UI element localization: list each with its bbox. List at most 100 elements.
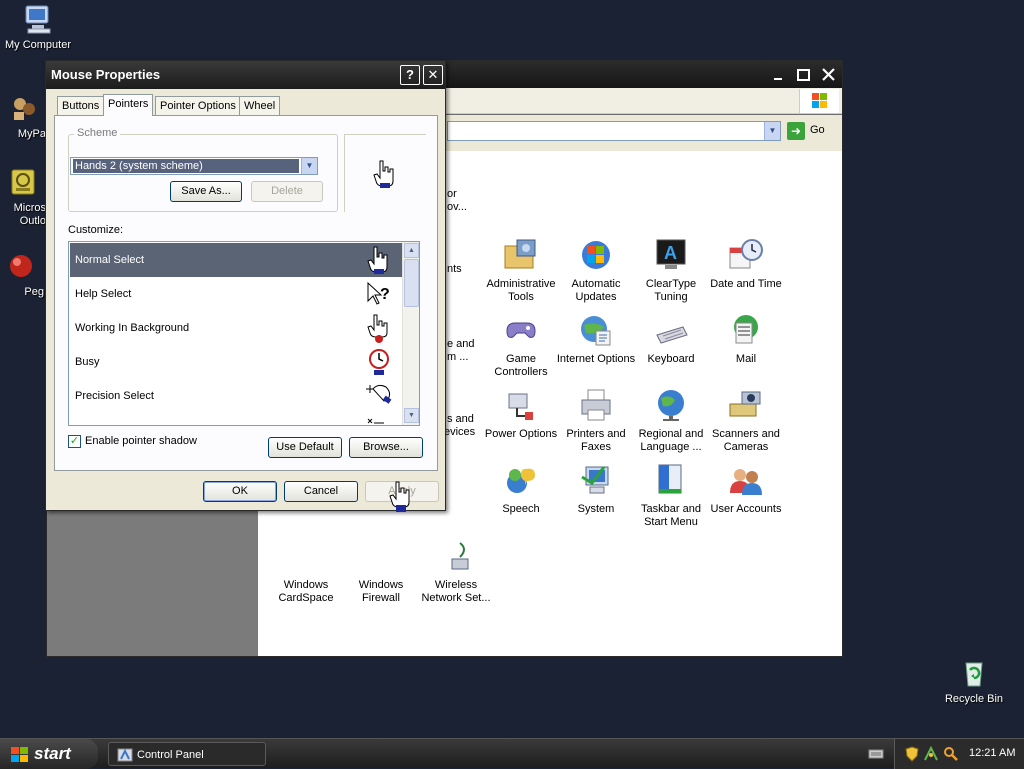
- cp-item-automatic-updates[interactable]: Automatic Updates: [556, 238, 636, 304]
- svg-text:A: A: [664, 243, 677, 263]
- list-item-label: Precision Select: [75, 390, 154, 402]
- system-icon: [578, 463, 614, 497]
- cp-item-system[interactable]: System: [556, 463, 636, 516]
- enable-pointer-shadow-checkbox[interactable]: ✓: [68, 435, 81, 448]
- desktop-icon-label: Micros Outlo: [13, 202, 46, 227]
- internet-options-icon: [578, 313, 614, 347]
- partial-label: or: [447, 188, 457, 200]
- desktop-icon-outlook[interactable]: Micros Outlo: [0, 166, 50, 228]
- start-button[interactable]: start: [0, 739, 98, 769]
- cp-item-printers-and-faxes[interactable]: Printers and Faxes: [556, 388, 636, 454]
- tab-buttons[interactable]: Buttons: [57, 96, 105, 115]
- go-button[interactable]: ➜ Go: [787, 122, 831, 140]
- tab-pointers[interactable]: Pointers: [103, 94, 153, 116]
- security-shield-icon[interactable]: [905, 746, 919, 765]
- scroll-up-icon[interactable]: ▲: [404, 243, 419, 258]
- ok-button[interactable]: OK: [203, 481, 277, 502]
- keyboard-layout-icon[interactable]: [868, 748, 884, 763]
- scroll-down-icon[interactable]: ▼: [404, 408, 419, 423]
- minimize-button[interactable]: [769, 66, 788, 84]
- automatic-updates-icon: [578, 238, 614, 272]
- chevron-down-icon[interactable]: ▼: [764, 122, 780, 140]
- cancel-button[interactable]: Cancel: [284, 481, 358, 502]
- list-item-busy[interactable]: Busy: [70, 345, 404, 379]
- use-default-button[interactable]: Use Default: [268, 437, 342, 458]
- scroll-thumb[interactable]: [404, 259, 419, 307]
- cp-item-label: Printers and Faxes: [566, 428, 626, 453]
- cp-item-internet-options[interactable]: Internet Options: [556, 313, 636, 366]
- taskbar: start Control Panel 12:21 AM: [0, 738, 1024, 769]
- network-icon[interactable]: [923, 745, 939, 765]
- list-item-normal-select[interactable]: Normal Select: [70, 243, 404, 277]
- search-icon[interactable]: [943, 746, 959, 765]
- desktop-icon-peg[interactable]: Peg: [0, 250, 48, 299]
- list-item-label: Help Select: [75, 288, 132, 300]
- cp-item-wireless-network-setup[interactable]: Wireless Network Set...: [416, 539, 496, 605]
- customize-label: Customize:: [68, 224, 124, 236]
- cp-item-date-and-time[interactable]: Date and Time: [706, 238, 786, 291]
- windows-logo-icon: [799, 89, 839, 113]
- list-item-precision-select[interactable]: Precision Select: [70, 379, 404, 413]
- cursor-icon: [364, 415, 394, 425]
- hand-pointer-icon: [372, 159, 396, 192]
- tab-pointer-options[interactable]: Pointer Options: [155, 96, 241, 115]
- close-button[interactable]: [819, 66, 838, 84]
- mouse-cursor-icon: [388, 480, 412, 517]
- delete-button[interactable]: Delete: [251, 181, 323, 202]
- partial-label: nts: [447, 263, 462, 275]
- desktop-icon-label: Peg: [24, 286, 44, 298]
- save-as-button[interactable]: Save As...: [170, 181, 242, 202]
- cp-item-taskbar-and-start-menu[interactable]: Taskbar and Start Menu: [631, 463, 711, 529]
- cp-item-speech[interactable]: Speech: [481, 463, 561, 516]
- maximize-button[interactable]: [794, 66, 813, 84]
- enable-pointer-shadow-label: Enable pointer shadow: [85, 435, 197, 447]
- list-item-working-in-background[interactable]: Working In Background: [70, 311, 404, 345]
- working-hand-icon: [364, 313, 394, 343]
- cp-item-scanners-and-cameras[interactable]: Scanners and Cameras: [706, 388, 786, 454]
- cp-item-windows-cardspace[interactable]: Windows CardSpace: [266, 539, 346, 605]
- cp-item-label: Taskbar and Start Menu: [641, 503, 701, 528]
- cp-item-keyboard[interactable]: Keyboard: [631, 313, 711, 366]
- dialog-titlebar[interactable]: Mouse Properties ? ✕: [46, 61, 445, 89]
- cp-item-user-accounts[interactable]: User Accounts: [706, 463, 786, 516]
- busy-clock-icon: [364, 347, 394, 377]
- help-button[interactable]: ?: [400, 65, 420, 85]
- go-arrow-icon: ➜: [787, 122, 805, 140]
- tab-wheel[interactable]: Wheel: [239, 96, 281, 115]
- cp-item-game-controllers[interactable]: Game Controllers: [481, 313, 561, 379]
- clock[interactable]: 12:21 AM: [969, 747, 1015, 759]
- scanner-camera-icon: [728, 388, 764, 422]
- outlook-icon: [6, 166, 38, 198]
- scheme-select[interactable]: Hands 2 (system scheme) ▼: [70, 157, 318, 175]
- cp-item-regional-and-language[interactable]: Regional and Language ...: [631, 388, 711, 454]
- cp-item-label: Date and Time: [710, 278, 782, 290]
- windows-logo-icon: [10, 746, 30, 768]
- list-scrollbar[interactable]: ▲ ▼: [402, 242, 419, 425]
- cp-item-windows-firewall[interactable]: Windows Firewall: [341, 539, 421, 605]
- cp-item-mail[interactable]: Mail: [706, 313, 786, 366]
- desktop-icon-label: My Computer: [4, 39, 72, 51]
- cp-item-power-options[interactable]: Power Options: [481, 388, 561, 441]
- cleartype-icon: A: [653, 238, 689, 272]
- chevron-down-icon[interactable]: ▼: [301, 158, 317, 174]
- desktop-icon-my-computer[interactable]: My Computer: [0, 3, 76, 52]
- list-item-label: Busy: [75, 356, 100, 368]
- browse-button[interactable]: Browse...: [349, 437, 423, 458]
- taskbar-item-control-panel[interactable]: Control Panel: [108, 742, 266, 766]
- cp-item-label: Speech: [502, 503, 540, 515]
- taskbar-item-label: Control Panel: [137, 749, 204, 761]
- address-input[interactable]: ▼: [447, 121, 781, 141]
- cp-item-label: Administrative Tools: [486, 278, 556, 303]
- dialog-close-button[interactable]: ✕: [423, 65, 443, 85]
- keyboard-icon: [653, 313, 689, 347]
- list-item-help-select[interactable]: Help Select ?: [70, 277, 404, 311]
- list-item-partial: [70, 413, 404, 425]
- mouse-properties-dialog: Mouse Properties ? ✕ Buttons Pointers Po…: [45, 60, 446, 511]
- system-tray: 12:21 AM: [894, 739, 1024, 769]
- cursor-list[interactable]: Normal Select Help Select ? Working In B…: [68, 241, 420, 426]
- cp-item-cleartype-tuning[interactable]: A ClearType Tuning: [631, 238, 711, 304]
- desktop-icon-recycle-bin[interactable]: Recycle Bin: [936, 657, 1012, 706]
- partial-label: m ...: [447, 351, 469, 363]
- cp-item-administrative-tools[interactable]: Administrative Tools: [481, 238, 561, 304]
- my-pictures-icon: [8, 92, 40, 124]
